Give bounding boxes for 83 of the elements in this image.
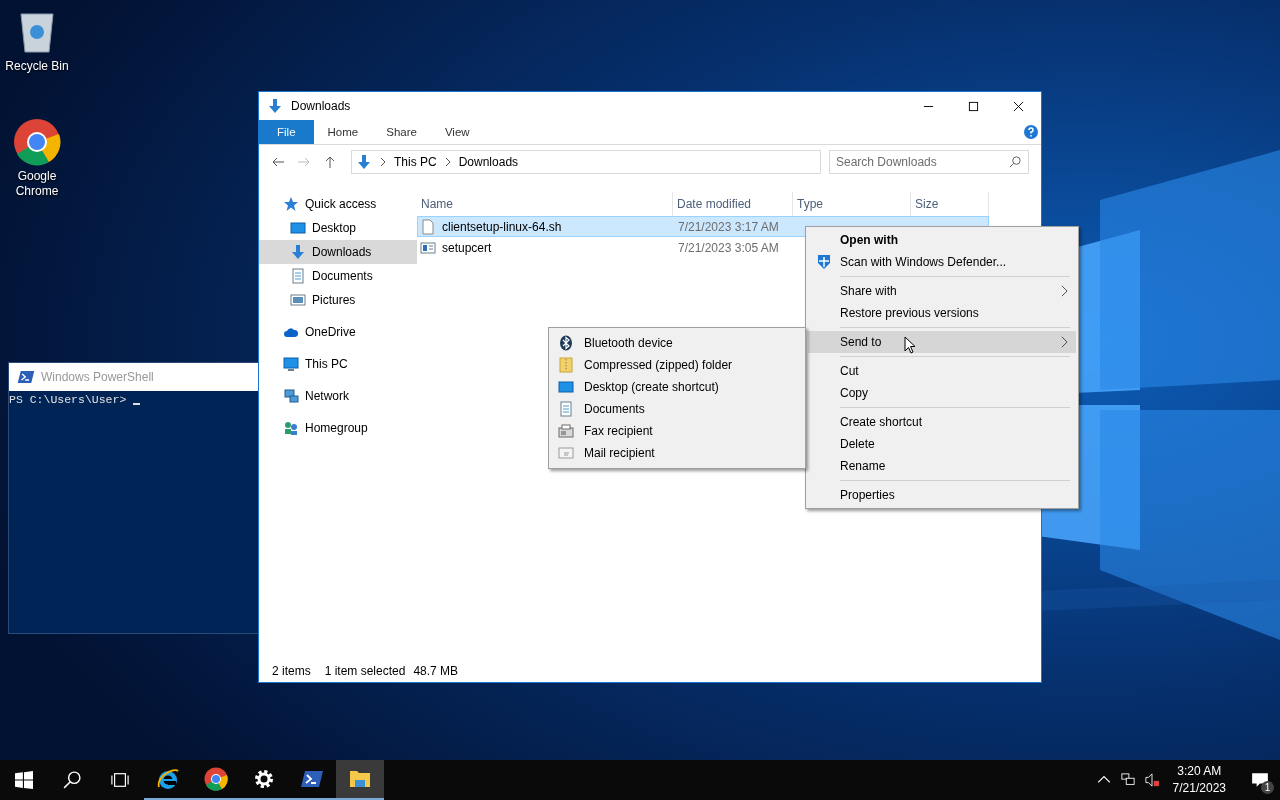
notification-button[interactable]: 1 bbox=[1240, 760, 1280, 800]
terminal-prompt: PS C:\Users\User> bbox=[9, 393, 127, 406]
selection-size: 48.7 MB bbox=[413, 664, 459, 678]
shield-icon bbox=[816, 254, 832, 270]
ribbon-tab[interactable]: Share bbox=[372, 120, 431, 144]
menu-item[interactable]: Rename bbox=[808, 455, 1076, 477]
search-field[interactable]: Search Downloads bbox=[829, 150, 1029, 174]
document-icon bbox=[558, 401, 574, 417]
nav-item[interactable]: Pictures bbox=[259, 288, 417, 312]
envelope-icon bbox=[558, 445, 574, 461]
menu-item[interactable]: Documents bbox=[549, 398, 805, 420]
nav-item[interactable]: This PC bbox=[259, 352, 417, 376]
speech-bubble-icon bbox=[1251, 771, 1269, 789]
chevron-right-icon bbox=[380, 157, 386, 167]
clock[interactable]: 3:20 AM 7/21/2023 bbox=[1168, 763, 1230, 797]
date-cell-text: 7/21/2023 3:17 AM bbox=[677, 219, 780, 234]
chevron-right-icon bbox=[1061, 336, 1068, 348]
ribbon-tab[interactable]: View bbox=[430, 120, 484, 144]
monitor-icon bbox=[290, 220, 306, 236]
nav-item[interactable]: Desktop bbox=[259, 216, 417, 240]
computer-icon bbox=[283, 356, 299, 372]
menu-item[interactable]: Mail recipient bbox=[549, 442, 805, 464]
ribbon-tab[interactable]: Home bbox=[313, 120, 373, 144]
date-cell-text: 7/21/2023 3:05 AM bbox=[677, 240, 780, 255]
menu-item[interactable]: Cut bbox=[808, 360, 1076, 382]
file-name: clientsetup-linux-64.sh bbox=[442, 219, 562, 234]
network-icon bbox=[283, 388, 299, 404]
star-icon bbox=[283, 196, 299, 212]
terminal-icon bbox=[17, 368, 35, 386]
nav-item[interactable]: Quick access bbox=[259, 192, 417, 216]
ribbon-tab[interactable]: File bbox=[259, 120, 314, 144]
search-icon bbox=[1009, 155, 1022, 168]
menu-item[interactable]: Compressed (zipped) folder bbox=[549, 354, 805, 376]
breadcrumb[interactable]: Downloads bbox=[458, 155, 519, 169]
file-name: setupcert bbox=[442, 240, 492, 255]
menu-item[interactable]: Share with bbox=[808, 280, 1076, 302]
address-bar[interactable]: This PC Downloads bbox=[351, 150, 821, 174]
menu-item[interactable]: Send to bbox=[808, 331, 1076, 353]
item-count: 2 items bbox=[272, 664, 311, 678]
picture-frame-icon bbox=[290, 292, 306, 308]
taskbar-app[interactable] bbox=[336, 760, 384, 800]
download-arrow-icon bbox=[356, 154, 372, 170]
window-title: Windows PowerShell bbox=[41, 370, 154, 384]
selection-info: 1 item selected bbox=[324, 664, 406, 678]
nav-item[interactable]: Documents bbox=[259, 264, 417, 288]
desktop-icon-label[interactable]: Google Chrome bbox=[0, 169, 75, 199]
mouse-pointer-icon bbox=[904, 336, 916, 354]
monitor-icon bbox=[558, 379, 574, 395]
menu-item[interactable]: Scan with Windows Defender... bbox=[808, 251, 1076, 273]
breadcrumb[interactable]: This PC bbox=[394, 155, 437, 169]
text-cursor bbox=[133, 403, 141, 405]
menu-item[interactable]: Create shortcut bbox=[808, 411, 1076, 433]
certificate-icon bbox=[420, 239, 436, 256]
settings-icon bbox=[252, 767, 276, 791]
zip-folder-icon bbox=[558, 357, 574, 373]
help-icon[interactable] bbox=[1024, 125, 1038, 139]
nav-item[interactable]: Network bbox=[259, 384, 417, 408]
file-icon bbox=[420, 218, 436, 235]
people-icon bbox=[283, 420, 299, 436]
nav-item[interactable]: Homegroup bbox=[259, 416, 417, 440]
menu-item[interactable]: Restore previous versions bbox=[808, 302, 1076, 324]
chrome-icon bbox=[13, 118, 61, 166]
window-title: Downloads bbox=[291, 99, 352, 113]
browser-e-icon bbox=[156, 767, 180, 791]
menu-item[interactable]: Bluetooth device bbox=[549, 332, 805, 354]
download-arrow-icon bbox=[267, 98, 283, 114]
speaker-muted-icon[interactable] bbox=[1144, 773, 1159, 787]
chevron-right-icon bbox=[1061, 285, 1068, 297]
desktop-icon-label[interactable]: Recycle Bin bbox=[0, 59, 75, 74]
bluetooth-icon bbox=[558, 335, 574, 351]
menu-item[interactable]: Delete bbox=[808, 433, 1076, 455]
menu-item[interactable]: Copy bbox=[808, 382, 1076, 404]
menu-item[interactable]: Desktop (create shortcut) bbox=[549, 376, 805, 398]
network-icon[interactable] bbox=[1120, 773, 1135, 787]
download-arrow-icon bbox=[290, 244, 306, 260]
chevron-right-icon bbox=[444, 157, 451, 167]
nav-item[interactable]: OneDrive bbox=[259, 320, 417, 344]
chrome-icon bbox=[204, 767, 228, 791]
fax-icon bbox=[558, 423, 574, 439]
nav-item[interactable]: Downloads bbox=[259, 240, 417, 264]
document-icon bbox=[290, 268, 306, 284]
menu-item[interactable]: Properties bbox=[808, 484, 1076, 506]
menu-item[interactable]: Fax recipient bbox=[549, 420, 805, 442]
